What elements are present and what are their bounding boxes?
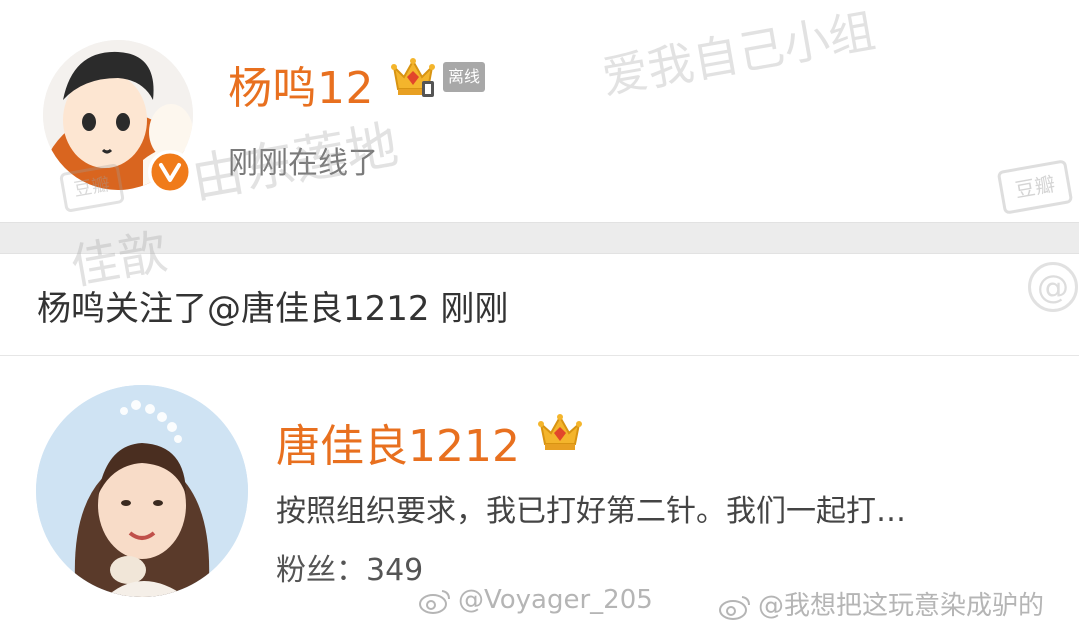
credit-text: @我想把这玩意染成驴的 <box>758 591 1045 621</box>
verified-v-icon <box>148 150 192 194</box>
credit-text: @Voyager_205 <box>458 585 653 615</box>
user2-name[interactable]: 唐佳良1212 <box>276 410 520 474</box>
crown-vip-icon <box>538 414 582 450</box>
weibo-credit: @我想把这玩意染成驴的 <box>718 585 1044 622</box>
weibo-credit: @Voyager_205 <box>418 585 653 615</box>
user2-fans: 粉丝：349 <box>276 545 423 589</box>
crown-vip-icon <box>391 58 435 97</box>
offline-badge: 离线 <box>443 62 485 92</box>
at-watermark-icon: @ <box>1028 262 1078 312</box>
avatar-user2[interactable] <box>36 385 248 597</box>
user1-name[interactable]: 杨鸣12 <box>228 52 374 116</box>
fans-count[interactable]: 349 <box>366 553 423 588</box>
weibo-logo-icon <box>419 589 450 614</box>
weibo-logo-icon <box>719 595 750 620</box>
fans-label: 粉丝： <box>276 553 366 588</box>
user2-bio: 按照组织要求，我已打好第二针。我们一起打… <box>276 494 906 529</box>
